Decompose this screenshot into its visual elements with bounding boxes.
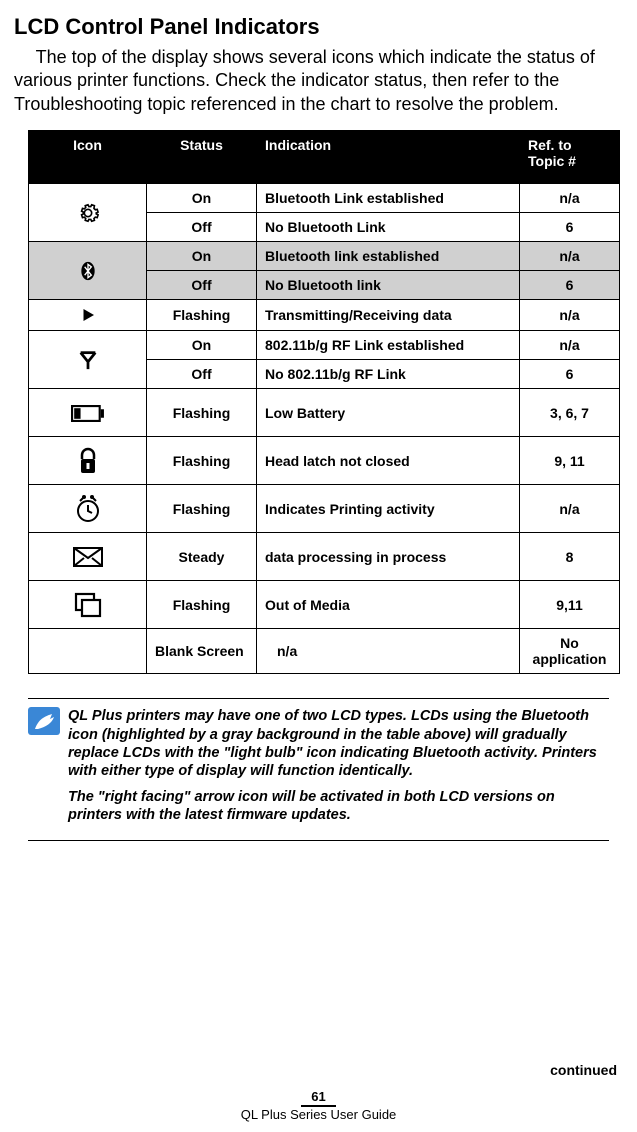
table-row: On802.11b/g RF Link establishedn/a [29,331,620,360]
indication-cell: No 802.11b/g RF Link [257,360,520,389]
status-cell: Off [147,360,257,389]
status-cell: Flashing [147,485,257,533]
continued-label: continued [550,1062,617,1078]
note-paragraph-1: QL Plus printers may have one of two LCD… [68,707,609,780]
ref-cell: 9, 11 [520,437,620,485]
intro-paragraph: The top of the display shows several ico… [14,46,623,116]
status-cell: Flashing [147,437,257,485]
indication-cell: Bluetooth Link established [257,184,520,213]
table-row: FlashingHead latch not closed9, 11 [29,437,620,485]
ref-cell: 9,11 [520,581,620,629]
icon-cell [29,629,147,674]
table-row: Steadydata processing in process8 [29,533,620,581]
ref-cell: 6 [520,213,620,242]
status-cell: Off [147,271,257,300]
indication-cell: 802.11b/g RF Link established [257,331,520,360]
ref-cell: n/a [520,242,620,271]
page-title: LCD Control Panel Indicators [14,14,623,40]
icon-cell [29,184,147,242]
table-row: OnBluetooth Link establishedn/a [29,184,620,213]
envelope-icon [73,547,103,567]
icon-cell [29,300,147,331]
status-cell: Off [147,213,257,242]
note-section: QL Plus printers may have one of two LCD… [28,698,609,841]
table-row: Blank Screenn/aNo application [29,629,620,674]
icon-cell [29,485,147,533]
status-cell: On [147,242,257,271]
bt-icon [78,258,98,284]
status-cell: Flashing [147,300,257,331]
indication-cell: Bluetooth link established [257,242,520,271]
ant-icon [77,349,99,371]
table-row: OnBluetooth link establishedn/a [29,242,620,271]
gear-icon [77,202,99,224]
th-ref: Ref. to Topic # [520,131,620,184]
indication-cell: n/a [257,629,520,674]
ref-cell: n/a [520,485,620,533]
status-cell: Blank Screen [147,629,257,674]
guide-name: QL Plus Series User Guide [241,1107,397,1122]
table-row: FlashingOut of Media9,11 [29,581,620,629]
indication-cell: Indicates Printing activity [257,485,520,533]
indication-cell: No Bluetooth Link [257,213,520,242]
status-cell: Flashing [147,389,257,437]
th-indication: Indication [257,131,520,184]
icon-cell [29,389,147,437]
table-row: FlashingIndicates Printing activityn/a [29,485,620,533]
indication-cell: Low Battery [257,389,520,437]
status-cell: On [147,331,257,360]
status-cell: Steady [147,533,257,581]
icon-cell [29,581,147,629]
ref-cell: 6 [520,360,620,389]
indication-cell: No Bluetooth link [257,271,520,300]
indication-cell: Transmitting/Receiving data [257,300,520,331]
icon-cell [29,437,147,485]
batt-icon [71,405,105,422]
indication-cell: data processing in process [257,533,520,581]
icon-cell [29,533,147,581]
ref-cell: n/a [520,331,620,360]
note-icon [28,707,60,735]
note-paragraph-2: The "right facing" arrow icon will be ac… [68,788,609,824]
page-footer: 61 QL Plus Series User Guide [0,1089,637,1122]
latch-icon [78,447,98,475]
status-cell: Flashing [147,581,257,629]
clock-icon [76,495,100,523]
ref-cell: n/a [520,300,620,331]
th-status: Status [147,131,257,184]
th-icon: Icon [29,131,147,184]
ref-cell: No application [520,629,620,674]
indication-cell: Out of Media [257,581,520,629]
play-icon [79,306,97,324]
ref-cell: n/a [520,184,620,213]
indicator-table: Icon Status Indication Ref. to Topic # O… [28,130,620,674]
ref-cell: 8 [520,533,620,581]
ref-cell: 3, 6, 7 [520,389,620,437]
ref-cell: 6 [520,271,620,300]
icon-cell [29,242,147,300]
media-icon [74,592,102,618]
table-row: FlashingTransmitting/Receiving datan/a [29,300,620,331]
table-row: FlashingLow Battery3, 6, 7 [29,389,620,437]
page-number: 61 [301,1089,335,1107]
status-cell: On [147,184,257,213]
indication-cell: Head latch not closed [257,437,520,485]
icon-cell [29,331,147,389]
